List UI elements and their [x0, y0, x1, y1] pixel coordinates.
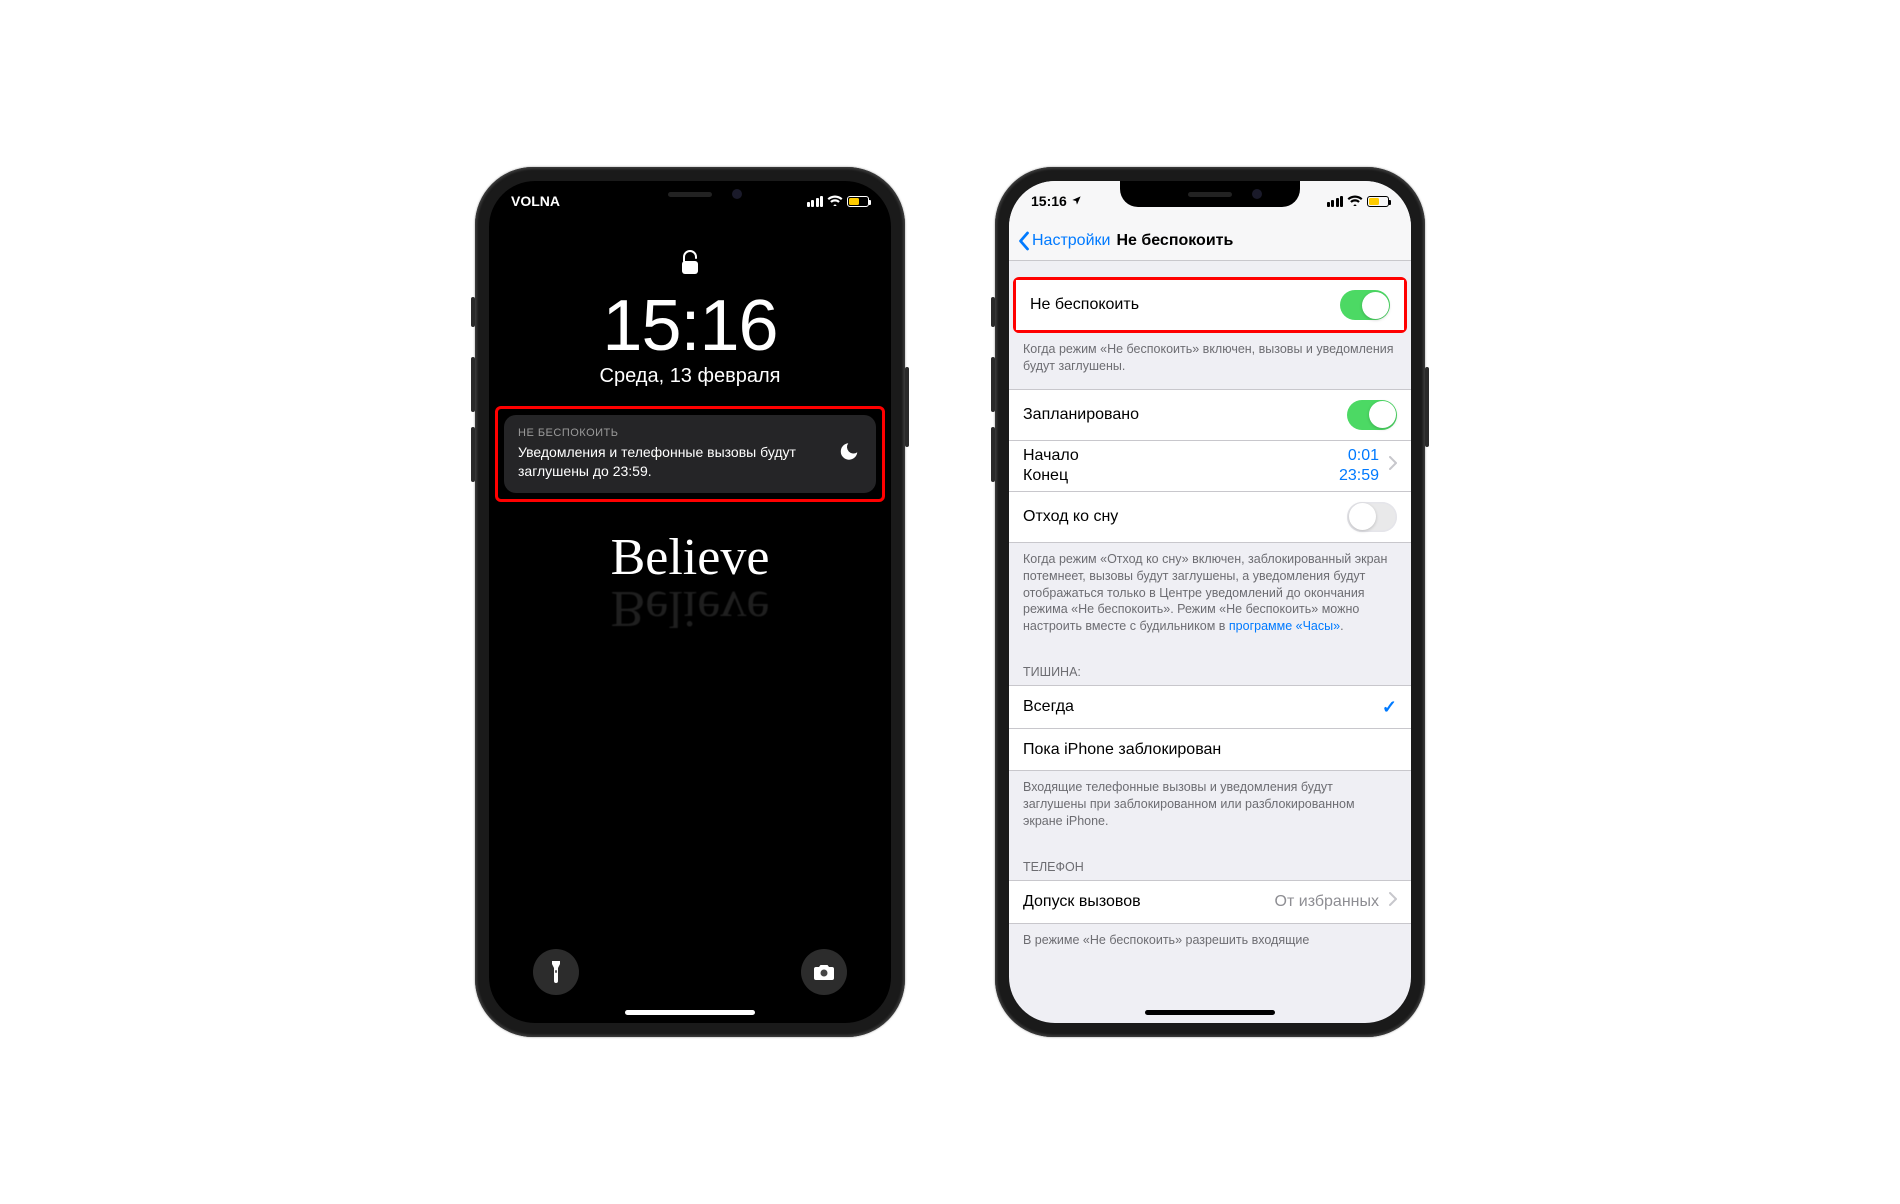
back-label: Настройки	[1032, 232, 1110, 250]
back-button[interactable]: Настройки	[1017, 231, 1110, 251]
row-while-locked[interactable]: Пока iPhone заблокирован	[1009, 728, 1411, 770]
row-scheduled[interactable]: Запланировано	[1009, 390, 1411, 440]
wallpaper-text-reflection: Believe	[489, 579, 891, 638]
silence-header: ТИШИНА:	[1009, 649, 1411, 685]
bedtime-footer: Когда режим «Отход ко сну» включен, забл…	[1009, 543, 1411, 649]
home-indicator[interactable]	[1145, 1010, 1275, 1015]
end-label: Конец	[1023, 467, 1068, 485]
row-while-locked-label: Пока iPhone заблокирован	[1023, 741, 1397, 759]
signal-icon	[1327, 196, 1344, 207]
home-indicator[interactable]	[625, 1010, 755, 1015]
allow-calls-footer: В режиме «Не беспокоить» разрешить входя…	[1009, 924, 1411, 963]
clock-app-link[interactable]: программе «Часы»	[1229, 619, 1340, 633]
dnd-notification-card[interactable]: НЕ БЕСПОКОИТЬ Уведомления и телефонные в…	[504, 415, 876, 493]
lock-time: 15:16	[489, 285, 891, 367]
row-allow-calls[interactable]: Допуск вызовов От избранных	[1009, 881, 1411, 923]
phone-frame-lockscreen: VOLNA 15:16 Среда, 13 февраля НЕ БЕСПОКО…	[475, 167, 905, 1037]
row-allow-calls-value: От избранных	[1275, 893, 1379, 911]
signal-icon	[807, 196, 824, 207]
row-dnd-label: Не беспокоить	[1030, 296, 1340, 314]
row-dnd[interactable]: Не беспокоить	[1016, 280, 1404, 330]
flashlight-button[interactable]	[533, 949, 579, 995]
start-label: Начало	[1023, 447, 1079, 465]
notch	[1120, 181, 1300, 207]
row-always-label: Всегда	[1023, 698, 1382, 716]
status-time: 15:16	[1031, 193, 1067, 209]
battery-icon	[1367, 196, 1389, 207]
wallpaper-text: Believe	[489, 528, 891, 587]
row-allow-calls-label: Допуск вызовов	[1023, 893, 1275, 911]
end-value: 23:59	[1339, 467, 1379, 485]
lock-icon	[489, 249, 891, 277]
row-schedule-times[interactable]: Начало 0:01 Конец 23:59	[1009, 440, 1411, 491]
notch	[600, 181, 780, 207]
scheduled-toggle[interactable]	[1347, 400, 1397, 430]
wifi-icon	[827, 193, 843, 209]
phone-header: ТЕЛЕФОН	[1009, 844, 1411, 880]
flashlight-icon	[547, 961, 565, 983]
row-always[interactable]: Всегда ✓	[1009, 686, 1411, 728]
battery-icon	[847, 196, 869, 207]
checkmark-icon: ✓	[1382, 697, 1397, 718]
highlight-box-notification: НЕ БЕСПОКОИТЬ Уведомления и телефонные в…	[495, 406, 885, 502]
start-value: 0:01	[1348, 447, 1379, 465]
row-bedtime-label: Отход ко сну	[1023, 508, 1347, 526]
silence-footer: Входящие телефонные вызовы и уведомления…	[1009, 771, 1411, 844]
notification-body: Уведомления и телефонные вызовы будут за…	[518, 443, 862, 481]
bedtime-toggle[interactable]	[1347, 502, 1397, 532]
row-scheduled-label: Запланировано	[1023, 406, 1347, 424]
wifi-icon	[1347, 193, 1363, 209]
dnd-toggle[interactable]	[1340, 290, 1390, 320]
notification-title: НЕ БЕСПОКОИТЬ	[518, 427, 862, 439]
chevron-right-icon	[1389, 456, 1397, 475]
settings-screen: 15:16 Настройки Не беспокоить	[1009, 181, 1411, 1023]
dnd-footer: Когда режим «Не беспокоить» включен, выз…	[1009, 333, 1411, 389]
carrier-label: VOLNA	[511, 193, 560, 209]
camera-icon	[813, 963, 835, 981]
lock-date: Среда, 13 февраля	[489, 365, 891, 388]
chevron-left-icon	[1017, 231, 1030, 251]
highlight-box-dnd-toggle: Не беспокоить	[1013, 277, 1407, 333]
lock-screen: VOLNA 15:16 Среда, 13 февраля НЕ БЕСПОКО…	[489, 181, 891, 1023]
phone-frame-settings: 15:16 Настройки Не беспокоить	[995, 167, 1425, 1037]
moon-icon	[838, 440, 860, 467]
nav-title: Не беспокоить	[1116, 232, 1233, 250]
location-icon	[1071, 193, 1082, 209]
camera-button[interactable]	[801, 949, 847, 995]
chevron-right-icon	[1389, 892, 1397, 911]
row-bedtime[interactable]: Отход ко сну	[1009, 491, 1411, 542]
